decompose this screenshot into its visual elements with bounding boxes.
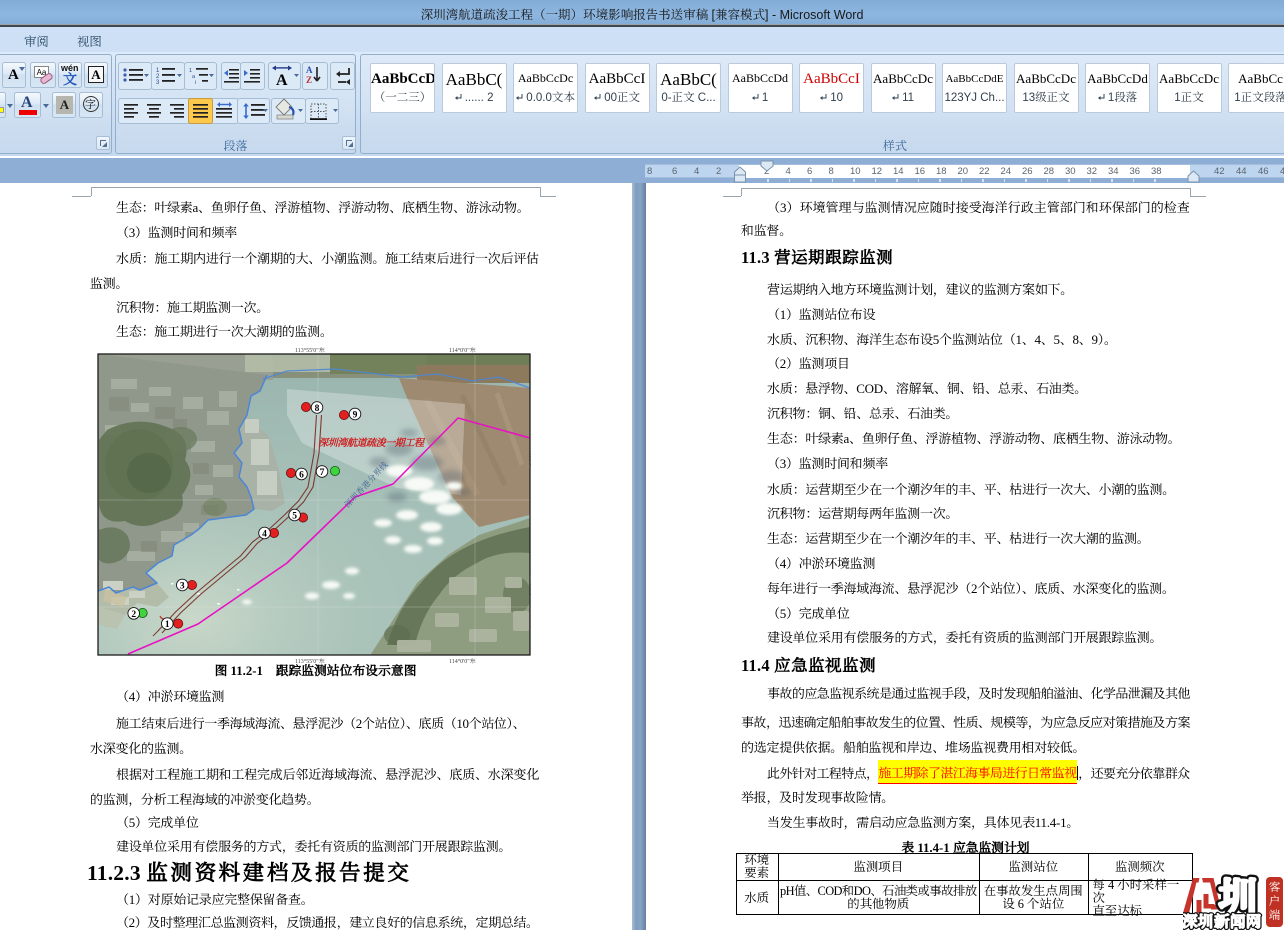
svg-text:A: A — [276, 72, 288, 89]
svg-text:114°0'0"东: 114°0'0"东 — [449, 657, 476, 665]
svg-text:7: 7 — [320, 468, 325, 478]
svg-text:22°30'0"北: 22°30'0"北 — [528, 575, 531, 597]
svg-text:8: 8 — [315, 404, 320, 414]
svg-text:6: 6 — [299, 471, 304, 481]
svg-text:i: i — [195, 80, 196, 86]
svg-text:Z: Z — [306, 75, 312, 85]
svg-text:113°55'0"东: 113°55'0"东 — [295, 346, 325, 354]
svg-text:深圳湾航道疏浚一期工程: 深圳湾航道疏浚一期工程 — [318, 434, 426, 449]
svg-text:端: 端 — [1269, 907, 1281, 923]
svg-text:22°35'0"北: 22°35'0"北 — [528, 445, 531, 467]
svg-text:3: 3 — [180, 582, 185, 592]
svg-text:4: 4 — [262, 530, 267, 540]
svg-text:113°55'0"东: 113°55'0"东 — [295, 657, 325, 665]
svg-text:9: 9 — [353, 411, 358, 421]
svg-text:1: 1 — [165, 620, 170, 630]
svg-text:114°0'0"东: 114°0'0"东 — [449, 346, 476, 354]
svg-text:深圳新闻网: 深圳新闻网 — [1183, 910, 1262, 930]
svg-text:A: A — [306, 65, 313, 75]
svg-text:5: 5 — [292, 512, 297, 522]
svg-text:2: 2 — [131, 610, 136, 620]
